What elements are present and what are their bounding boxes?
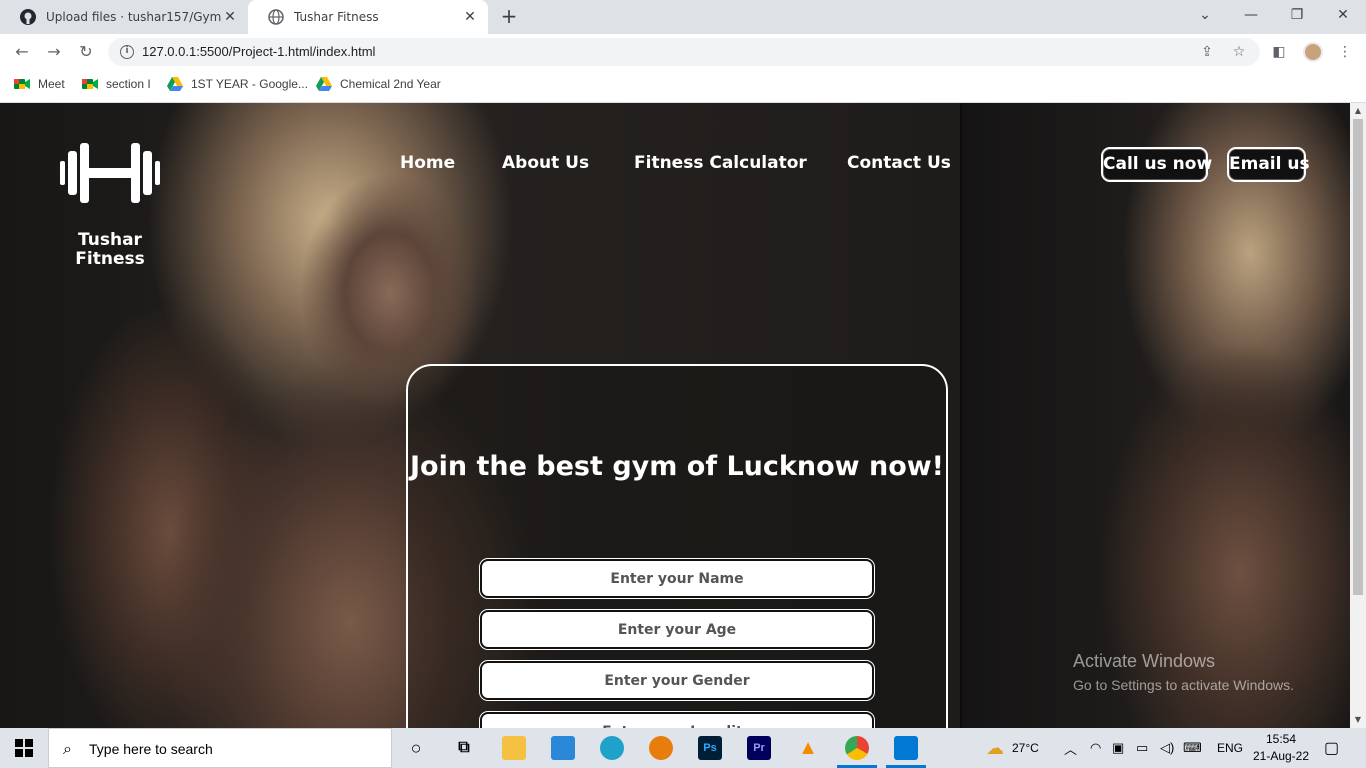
bookmarks-bar: Meet section I 1ST YEAR - Google... Chem… [0, 70, 1366, 103]
star-icon[interactable]: ☆ [1230, 43, 1248, 61]
clock-date: 21-Aug-22 [1252, 749, 1310, 763]
tab-tushar-fitness[interactable]: Tushar Fitness ✕ [248, 0, 488, 34]
nav-home[interactable]: Home [400, 153, 455, 173]
notification-center-icon[interactable]: ▢ [1324, 728, 1339, 768]
form-headline: Join the best gym of Lucknow now! [409, 451, 944, 482]
bookmark-label: Chemical 2nd Year [340, 77, 441, 91]
side-panel-icon[interactable]: ◧ [1269, 42, 1289, 62]
tab-search-chevron-icon[interactable]: ⌄ [1182, 0, 1228, 30]
show-hidden-icons-chevron-icon[interactable]: ︿ [1064, 728, 1077, 768]
address-bar[interactable]: i 127.0.0.1:5500/Project-1.html/index.ht… [108, 38, 1260, 66]
edge-icon[interactable] [600, 736, 624, 760]
bookmark-section[interactable]: section I [82, 77, 151, 91]
scroll-up-arrow-icon[interactable]: ▲ [1350, 103, 1366, 119]
github-icon [20, 9, 36, 25]
meet-icon [82, 79, 98, 89]
bookmark-1st-year[interactable]: 1ST YEAR - Google... [167, 77, 308, 91]
taskbar-search-placeholder: Type here to search [89, 741, 213, 757]
forward-arrow-icon[interactable]: → [44, 42, 64, 62]
signup-form-card: Join the best gym of Lucknow now! [406, 364, 948, 728]
file-explorer-icon[interactable] [502, 736, 526, 760]
keyboard-icon[interactable]: ⌨ [1183, 728, 1202, 768]
activate-windows-subtitle: Go to Settings to activate Windows. [1073, 677, 1294, 693]
premiere-icon[interactable]: Pr [747, 736, 771, 760]
meet-now-icon[interactable]: ▣ [1112, 728, 1124, 768]
name-input[interactable] [480, 559, 874, 598]
wifi-icon[interactable]: ◠ [1090, 728, 1101, 768]
back-arrow-icon[interactable]: ← [12, 42, 32, 62]
activate-windows-title: Activate Windows [1073, 651, 1216, 671]
background-seam [960, 103, 962, 728]
meet-icon [14, 79, 30, 89]
nav-contact-us[interactable]: Contact Us [847, 153, 951, 173]
photoshop-icon[interactable]: Ps [698, 736, 722, 760]
tab-strip: Upload files · tushar157/Gym-We ✕ Tushar… [0, 0, 1366, 34]
scroll-down-arrow-icon[interactable]: ▼ [1350, 712, 1366, 728]
chrome-icon[interactable] [845, 736, 869, 760]
blender-icon[interactable] [649, 736, 673, 760]
close-window-icon[interactable]: ✕ [1320, 0, 1366, 30]
volume-icon[interactable]: ◁) [1160, 728, 1174, 768]
new-tab-button[interactable]: + [498, 6, 520, 28]
page-scrollbar[interactable]: ▲ ▼ [1350, 103, 1366, 728]
profile-avatar[interactable] [1303, 42, 1323, 62]
battery-icon[interactable]: ▭ [1136, 728, 1148, 768]
nav-fitness-calculator[interactable]: Fitness Calculator [634, 153, 807, 173]
age-input[interactable] [480, 610, 874, 649]
call-us-button[interactable]: Call us now [1101, 147, 1212, 182]
tab-title: Tushar Fitness [294, 10, 379, 24]
drive-icon [167, 77, 183, 91]
bookmark-label: 1ST YEAR - Google... [191, 77, 308, 91]
nav-about-us[interactable]: About Us [502, 153, 589, 173]
taskbar-clock[interactable]: 15:54 21-Aug-22 [1252, 731, 1310, 765]
tab-title: Upload files · tushar157/Gym-We [46, 10, 221, 24]
email-us-button[interactable]: Email us [1227, 147, 1310, 182]
weather-cloud-icon: ☁ [986, 737, 1004, 758]
hero-background-image-tile [960, 103, 1350, 728]
drive-icon [316, 77, 332, 91]
reload-icon[interactable]: ↻ [76, 42, 96, 62]
clock-time: 15:54 [1265, 732, 1297, 746]
scrollbar-thumb[interactable] [1353, 119, 1363, 595]
vscode-icon[interactable] [894, 736, 918, 760]
task-view-icon[interactable]: ⧉ [452, 736, 476, 760]
locality-input[interactable] [480, 712, 874, 728]
bookmark-label: section I [106, 77, 151, 91]
language-indicator[interactable]: ENG [1217, 728, 1243, 768]
taskbar-search-box[interactable]: ⌕ Type here to search [48, 728, 392, 768]
share-icon[interactable]: ⇪ [1198, 43, 1216, 61]
tab-github[interactable]: Upload files · tushar157/Gym-We ✕ [0, 0, 248, 34]
close-tab-icon[interactable]: ✕ [462, 9, 478, 25]
dumbbell-logo-icon[interactable] [58, 143, 162, 203]
restore-icon[interactable]: ❐ [1274, 0, 1320, 30]
bookmark-chemical[interactable]: Chemical 2nd Year [316, 77, 441, 91]
weather-temperature: 27°C [1012, 741, 1039, 755]
vlc-icon[interactable]: ▲ [796, 736, 820, 760]
cortana-icon[interactable]: ○ [404, 736, 428, 760]
close-tab-icon[interactable]: ✕ [222, 9, 238, 25]
weather-widget[interactable]: ☁ 27°C [986, 728, 1039, 768]
menu-kebab-icon[interactable]: ⋮ [1335, 42, 1355, 62]
bookmark-meet[interactable]: Meet [14, 77, 65, 91]
page-viewport: Tushar Fitness Home About Us Fitness Cal… [0, 103, 1350, 728]
site-info-icon[interactable]: i [120, 45, 134, 59]
minimize-icon[interactable]: — [1228, 0, 1274, 30]
url-text[interactable]: 127.0.0.1:5500/Project-1.html/index.html [142, 44, 375, 59]
brand-name[interactable]: Tushar Fitness [60, 231, 160, 269]
microsoft-store-icon[interactable] [551, 736, 575, 760]
globe-icon [268, 9, 284, 25]
browser-toolbar: ← → ↻ i 127.0.0.1:5500/Project-1.html/in… [0, 34, 1366, 70]
windows-start-icon[interactable] [0, 728, 48, 768]
bookmark-label: Meet [38, 77, 65, 91]
windows-taskbar: ⌕ Type here to search ○ ⧉ Ps Pr ▲ ☁ 27°C… [0, 728, 1366, 768]
gender-input[interactable] [480, 661, 874, 700]
search-icon: ⌕ [63, 739, 72, 758]
